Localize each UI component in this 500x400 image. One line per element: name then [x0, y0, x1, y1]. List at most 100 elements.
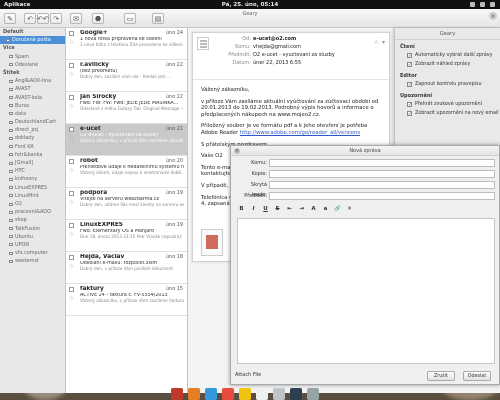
compose-button[interactable]: ✎: [4, 13, 16, 24]
font-size-icon[interactable]: a: [321, 205, 330, 214]
adobe-link[interactable]: http://www.adobe.com/go/reader_all/versi…: [240, 130, 360, 136]
files-icon[interactable]: [188, 388, 200, 400]
sidebar-item[interactable]: AVAST-kola: [0, 94, 65, 102]
sidebar-item[interactable]: Štítek: [0, 69, 65, 77]
clock[interactable]: Pá, 25. úno, 05:14: [0, 2, 500, 8]
preview-option[interactable]: ✓ Zobrazit náhled zprávy: [395, 60, 500, 69]
archive-button[interactable]: ▤: [152, 13, 164, 24]
message-row[interactable]: ☆ e-ucet úno 21 O2 e-ucet - vyuctovani za s…: [66, 124, 187, 156]
sidebar-item[interactable]: Ubuntu: [0, 233, 65, 241]
cc-field[interactable]: [269, 170, 495, 178]
checkbox-icon[interactable]: [69, 31, 74, 36]
music-icon[interactable]: [239, 388, 251, 400]
spellcheck-option[interactable]: ✓ Zapnout kontrolu pravopisu: [395, 80, 500, 89]
photos-icon[interactable]: [222, 388, 234, 400]
checkbox-checked-icon[interactable]: ✓: [407, 62, 412, 68]
message-row[interactable]: ☆ Ján Sirocký úno 22 Fwd: FW: FW: Fwd: JEDE…: [66, 92, 187, 124]
message-row[interactable]: ☆ Hejda, Vaclav úno 18 Odeslání e-mailu: ro…: [66, 252, 187, 284]
checkbox-checked-icon[interactable]: ✓: [407, 111, 412, 117]
sidebar-item[interactable]: vfx.computer: [0, 249, 65, 257]
sidebar-item[interactable]: Více: [0, 44, 65, 52]
star-icon[interactable]: ☆: [374, 39, 379, 46]
auto-select-option[interactable]: ✓ Automaticky vybrat další zprávy: [395, 51, 500, 60]
mail-icon[interactable]: [256, 388, 268, 400]
sidebar-item[interactable]: shop: [0, 216, 65, 224]
star-icon[interactable]: ☆: [69, 39, 74, 46]
checkbox-icon[interactable]: [69, 63, 74, 68]
sidebar-item[interactable]: AVAST: [0, 85, 65, 93]
checkbox-icon[interactable]: [69, 223, 74, 228]
calendar-icon[interactable]: [273, 388, 285, 400]
star-icon[interactable]: ☆: [69, 103, 74, 110]
sidebar-item[interactable]: data: [0, 110, 65, 118]
bold-icon[interactable]: B: [237, 205, 246, 214]
message-row[interactable]: ☆ robot úno 20 Přehledové údaje k nedatelní…: [66, 156, 187, 188]
attach-file-button[interactable]: Attach File: [235, 372, 261, 378]
sidebar-item[interactable]: pracovni&ADO: [0, 208, 65, 216]
settings-icon[interactable]: [307, 388, 319, 400]
sidebar-item[interactable]: O2: [0, 200, 65, 208]
sidebar-item[interactable]: Angl&AO0-tina: [0, 77, 65, 85]
indent-less-icon[interactable]: ⇤: [285, 205, 294, 214]
window-close-button[interactable]: ×: [489, 12, 497, 20]
reply-all-button[interactable]: ↶↶: [37, 13, 49, 24]
forward-button[interactable]: ↷: [50, 13, 62, 24]
italic-icon[interactable]: I: [249, 205, 258, 214]
new-mail-option[interactable]: ✓ Zobrazit upozornění na nový email: [395, 109, 500, 118]
checkbox-icon[interactable]: [69, 127, 74, 132]
star-icon[interactable]: ☆: [69, 295, 74, 302]
star-icon[interactable]: ☆: [69, 135, 74, 142]
cancel-button[interactable]: Zrušit: [427, 371, 455, 381]
mark-button[interactable]: ✉: [70, 13, 82, 24]
sidebar-item[interactable]: Odeslané: [0, 61, 65, 69]
sidebar-item[interactable]: [Gmail]: [0, 159, 65, 167]
sidebar-item[interactable]: LinuxEXPRES: [0, 184, 65, 192]
sidebar-item[interactable]: Spam: [0, 53, 65, 61]
shotwell-icon[interactable]: [171, 388, 183, 400]
sidebar-item[interactable]: HTC: [0, 167, 65, 175]
sidebar-item[interactable]: Ford KA: [0, 143, 65, 151]
message-body-editor[interactable]: [237, 218, 495, 364]
sound-option[interactable]: ✓ Přehrát zvukové upozornění: [395, 100, 500, 109]
message-row[interactable]: ☆ Google+ úno 24 1 nová fotka připravená ke…: [66, 28, 187, 60]
link-icon[interactable]: 🔗: [333, 205, 342, 214]
star-icon[interactable]: ☆: [69, 167, 74, 174]
to-value[interactable]: vhejda@gmail.com: [253, 44, 301, 50]
indent-more-icon[interactable]: ⇥: [297, 205, 306, 214]
checkbox-icon[interactable]: [69, 287, 74, 292]
clear-format-icon[interactable]: ✕: [345, 205, 354, 214]
message-row[interactable]: ☆ faktury úno 15 ACTIVE 24 - faktura c. FV-…: [66, 284, 187, 316]
move-button[interactable]: ▭: [124, 13, 136, 24]
close-icon[interactable]: ×: [234, 148, 240, 154]
checkbox-checked-icon[interactable]: ✓: [407, 82, 412, 88]
sidebar-item[interactable]: DeutschlandCart: [0, 118, 65, 126]
pdf-attachment-icon[interactable]: [201, 229, 223, 256]
bcc-field[interactable]: [269, 181, 495, 189]
underline-icon[interactable]: U: [261, 205, 270, 214]
checkbox-icon[interactable]: [69, 95, 74, 100]
sidebar-item[interactable]: knihovny: [0, 175, 65, 183]
checkbox-icon[interactable]: [69, 191, 74, 196]
checkbox-icon[interactable]: [69, 159, 74, 164]
sidebar-item[interactable]: fotr&banka: [0, 151, 65, 159]
sidebar-item[interactable]: LinuxMint: [0, 192, 65, 200]
sidebar-item[interactable]: direct_psj: [0, 126, 65, 134]
sidebar-item[interactable]: Burza: [0, 102, 65, 110]
tag-button[interactable]: ⬣: [92, 13, 104, 24]
message-row[interactable]: ☆ podpora úno 19 Vítejte na serveru webzdar…: [66, 188, 187, 220]
message-row[interactable]: ☆ LinuxEXPRES úno 19 Fwd: Elementary OS a M…: [66, 220, 187, 252]
chevron-down-icon[interactable]: ▾: [382, 39, 385, 46]
star-icon[interactable]: ☆: [69, 231, 74, 238]
sidebar-item[interactable]: Default: [0, 28, 65, 36]
sidebar-item[interactable]: TalkFusion: [0, 225, 65, 233]
terminal-icon[interactable]: [290, 388, 302, 400]
to-field[interactable]: [269, 159, 495, 167]
download-icon[interactable]: [205, 388, 217, 400]
sidebar-item[interactable]: Doručená pošta: [0, 36, 65, 45]
star-icon[interactable]: ☆: [69, 71, 74, 78]
strikethrough-icon[interactable]: S: [273, 205, 282, 214]
from-value[interactable]: e-ucet@o2.com: [253, 36, 296, 42]
sidebar-item[interactable]: westernst: [0, 257, 65, 265]
subject-field[interactable]: [269, 192, 495, 200]
sidebar-item[interactable]: UPON: [0, 241, 65, 249]
